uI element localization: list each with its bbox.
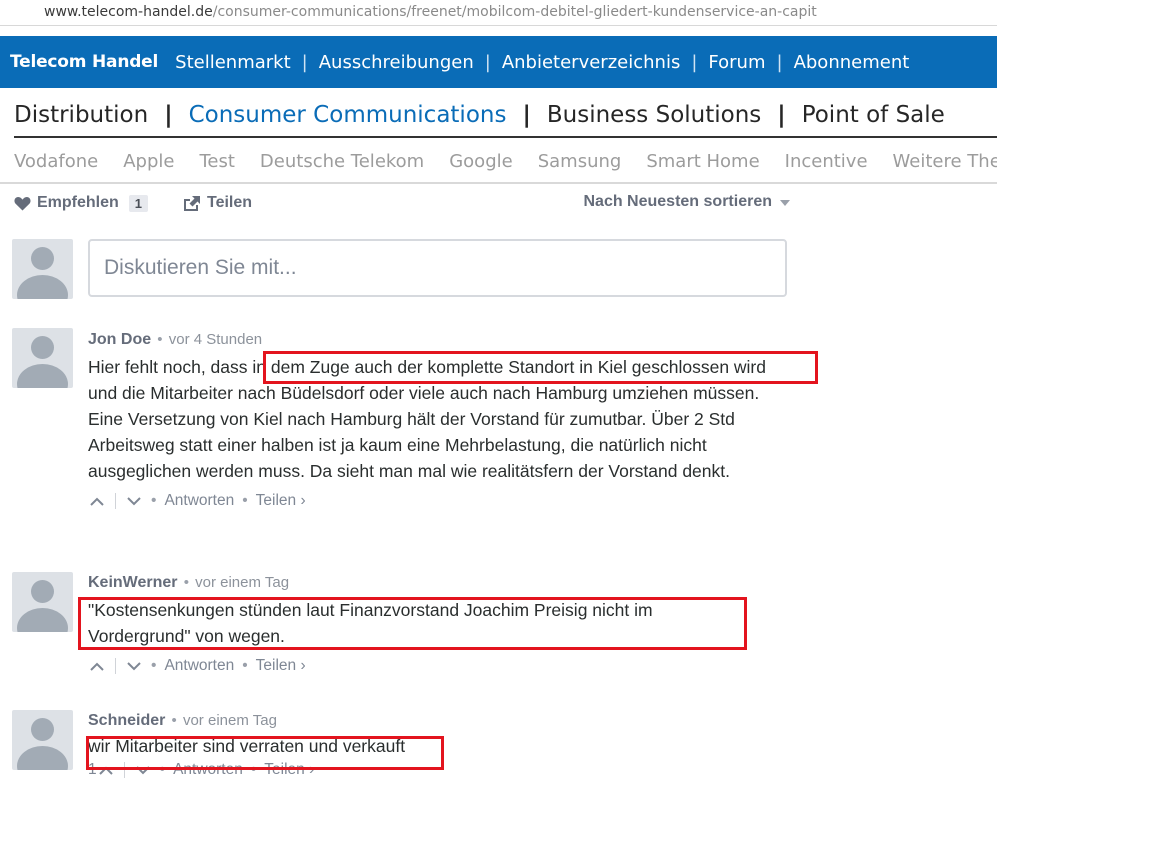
- nav-anbieterverzeichnis[interactable]: Anbieterverzeichnis: [491, 52, 692, 73]
- tag-vodafone[interactable]: Vodafone: [14, 151, 98, 172]
- comment-item: Jon Doe • vor 4 Stunden Hier fehlt noch,…: [88, 331, 788, 512]
- nav-abonnement[interactable]: Abonnement: [783, 52, 921, 73]
- comment-author[interactable]: Jon Doe: [88, 331, 151, 348]
- comment-actions: 1 • Antworten • Teilen ›: [88, 761, 315, 779]
- recommend-label: Empfehlen: [37, 194, 119, 211]
- section-separator: |: [164, 102, 173, 128]
- comment-time[interactable]: vor 4 Stunden: [169, 331, 262, 348]
- comment-text: "Kostensenkungen stünden laut Finanzvors…: [88, 600, 653, 646]
- comment-time[interactable]: vor einem Tag: [183, 712, 277, 729]
- section-separator: |: [522, 102, 531, 128]
- tag-incentive[interactable]: Incentive: [785, 151, 868, 172]
- tag-samsung[interactable]: Samsung: [538, 151, 622, 172]
- upvote-count: 1: [88, 761, 97, 778]
- nav-forum[interactable]: Forum: [697, 52, 776, 73]
- section-business-solutions[interactable]: Business Solutions: [547, 102, 761, 128]
- section-separator: |: [777, 102, 786, 128]
- comment-meta: Schneider • vor einem Tag: [88, 712, 277, 729]
- tag-google[interactable]: Google: [449, 151, 512, 172]
- section-distribution[interactable]: Distribution: [14, 102, 148, 128]
- avatar[interactable]: [12, 710, 73, 770]
- comment-input[interactable]: Diskutieren Sie mit...: [88, 239, 787, 297]
- avatar[interactable]: [12, 328, 73, 388]
- upvote-icon[interactable]: [88, 662, 106, 671]
- comment-text: wir Mitarbeiter sind verraten und verkau…: [88, 736, 406, 756]
- sort-dropdown[interactable]: Nach Neuesten sortieren: [583, 193, 790, 211]
- section-point-of-sale[interactable]: Point of Sale: [802, 102, 945, 128]
- share-label: Teilen: [207, 194, 253, 211]
- tag-deutsche-telekom[interactable]: Deutsche Telekom: [260, 151, 424, 172]
- reply-link[interactable]: Antworten: [173, 761, 243, 779]
- comment-actions: • Antworten • Teilen ›: [88, 490, 788, 512]
- url-bar[interactable]: www.telecom-handel.de/consumer-communica…: [0, 0, 997, 26]
- tag-apple[interactable]: Apple: [123, 151, 174, 172]
- comment-item: Schneider • vor einem Tag wir Mitarbeite…: [88, 712, 788, 781]
- tag-test[interactable]: Test: [199, 151, 234, 172]
- heart-icon: [14, 196, 31, 211]
- comment-text: Hier fehlt noch, dass in dem Zuge auch d…: [88, 357, 766, 481]
- top-navigation: Telecom Handel Stellenmarkt | Ausschreib…: [0, 36, 997, 88]
- share-link[interactable]: Teilen ›: [264, 761, 314, 779]
- current-user-avatar: [12, 239, 73, 299]
- upvote-icon[interactable]: [88, 497, 106, 506]
- downvote-icon[interactable]: [125, 661, 143, 671]
- nav-ausschreibungen[interactable]: Ausschreibungen: [308, 52, 485, 73]
- comment-author[interactable]: KeinWerner: [88, 574, 178, 591]
- comment-item: KeinWerner • vor einem Tag "Kostensenkun…: [88, 574, 788, 677]
- share-icon: [182, 195, 201, 211]
- recommend-button[interactable]: Empfehlen 1: [14, 194, 149, 212]
- share-link[interactable]: Teilen ›: [256, 657, 306, 675]
- comment-meta: Jon Doe • vor 4 Stunden: [88, 331, 263, 348]
- avatar[interactable]: [12, 572, 73, 632]
- tag-smart-home[interactable]: Smart Home: [646, 151, 759, 172]
- downvote-icon[interactable]: [134, 765, 152, 775]
- section-consumer-communications[interactable]: Consumer Communications: [189, 102, 507, 128]
- brand-logo[interactable]: Telecom Handel: [0, 52, 158, 72]
- upvote-icon[interactable]: [97, 766, 115, 775]
- comment-actions: • Antworten • Teilen ›: [88, 655, 788, 677]
- url-domain: www.telecom-handel.de: [44, 4, 213, 20]
- sort-label: Nach Neuesten sortieren: [583, 193, 772, 210]
- reply-link[interactable]: Antworten: [164, 657, 234, 675]
- discussion-toolbar: Empfehlen 1 Teilen Nach Neuesten sortier…: [14, 192, 790, 218]
- chevron-down-icon: [780, 200, 790, 206]
- comment-time[interactable]: vor einem Tag: [195, 574, 289, 591]
- section-navigation: Distribution | Consumer Communications |…: [14, 94, 997, 138]
- nav-stellenmarkt[interactable]: Stellenmarkt: [164, 52, 302, 73]
- topic-tags: Vodafone Apple Test Deutsche Telekom Goo…: [0, 140, 997, 184]
- downvote-icon[interactable]: [125, 496, 143, 506]
- comment-author[interactable]: Schneider: [88, 712, 165, 729]
- tag-weitere-themen[interactable]: Weitere Themen: [893, 151, 997, 172]
- recommend-count: 1: [128, 194, 149, 212]
- reply-link[interactable]: Antworten: [164, 492, 234, 510]
- url-path: /consumer-communications/freenet/mobilco…: [212, 4, 817, 20]
- comment-meta: KeinWerner • vor einem Tag: [88, 574, 290, 591]
- share-button[interactable]: Teilen: [182, 194, 252, 212]
- share-link[interactable]: Teilen ›: [256, 492, 306, 510]
